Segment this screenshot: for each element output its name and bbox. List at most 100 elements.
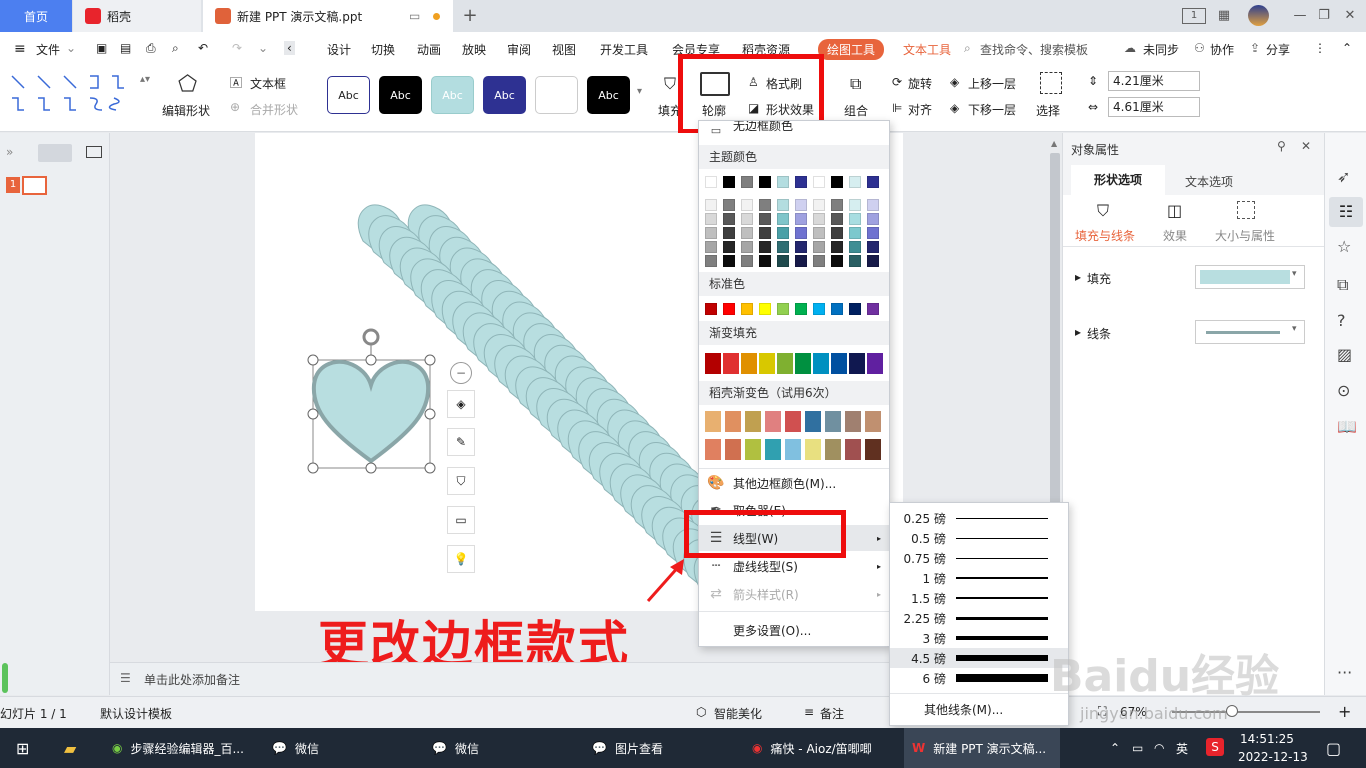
theme-shade-swatch[interactable] [813, 255, 825, 267]
add-tab-button[interactable]: + [460, 6, 480, 26]
group-button[interactable]: 组合 [844, 102, 868, 119]
shape-effects-button[interactable]: 形状效果 [766, 101, 814, 118]
more-lines-item[interactable]: 其他线条(M)... [924, 701, 1003, 718]
redo-icon[interactable]: ↷ [232, 41, 242, 55]
shape-style-4[interactable]: Abc [483, 76, 526, 114]
align-button[interactable]: 对齐 [908, 101, 932, 118]
docer-gradient-swatch[interactable] [705, 411, 721, 432]
subtab-size[interactable]: 大小与属性 [1215, 227, 1275, 244]
template-name[interactable]: 默认设计模板 [100, 705, 172, 722]
standard-color-swatch[interactable] [849, 303, 861, 315]
subtab-effects[interactable]: 效果 [1163, 227, 1187, 244]
more-border-colors-item[interactable]: 🎨 其他边框颜色(M)... [699, 470, 889, 496]
theme-color-swatch[interactable] [831, 176, 843, 188]
taskbar-app-5[interactable]: ◉ 痛快 - Aioz/笛唧唧 [744, 728, 894, 768]
line-weight-option[interactable]: 3 磅 [890, 628, 1068, 648]
preview-icon[interactable]: ⌕ [172, 41, 179, 56]
theme-shade-swatch[interactable] [723, 227, 735, 239]
docer-gradient-swatch[interactable] [845, 439, 861, 460]
theme-shade-swatch[interactable] [849, 227, 861, 239]
settings-sliders-icon[interactable]: ☷ [1329, 197, 1363, 227]
theme-shade-swatch[interactable] [777, 255, 789, 267]
docer-gradient-swatch[interactable] [765, 411, 781, 432]
gradient-swatch[interactable] [867, 353, 883, 374]
standard-color-swatch[interactable] [813, 303, 825, 315]
theme-shade-swatch[interactable] [759, 227, 771, 239]
docer-gradient-swatch[interactable] [825, 439, 841, 460]
docer-gradient-swatch[interactable] [805, 439, 821, 460]
gradient-swatch[interactable] [813, 353, 829, 374]
theme-shade-swatch[interactable] [741, 213, 753, 225]
theme-shade-swatch[interactable] [849, 199, 861, 211]
panel-title[interactable]: 对象属性 [1071, 141, 1119, 158]
menu-file[interactable]: 文件 [36, 41, 60, 58]
docer-gradient-swatch[interactable] [805, 411, 821, 432]
copy-icon[interactable]: ⧉ [1337, 275, 1348, 295]
standard-color-swatch[interactable] [723, 303, 735, 315]
pen-icon[interactable]: ✎ [447, 428, 475, 456]
menu-view[interactable]: 视图 [552, 41, 576, 58]
tab-docer[interactable]: 稻壳 [73, 0, 201, 32]
theme-shade-swatch[interactable] [795, 255, 807, 267]
theme-color-swatch[interactable] [849, 176, 861, 188]
undo-icon[interactable]: ↶ [198, 41, 208, 55]
style-gallery-more-icon[interactable]: ▾ [637, 86, 642, 97]
notes-toggle-button[interactable]: 备注 [820, 705, 844, 722]
docer-gradient-swatch[interactable] [765, 439, 781, 460]
menu-animation[interactable]: 动画 [417, 41, 441, 58]
collapse-ribbon-icon[interactable]: ⌃ [1342, 41, 1352, 55]
taskbar-app-6[interactable]: W 新建 PPT 演示文稿... [904, 728, 1060, 768]
slide-thumbnail[interactable] [22, 176, 47, 195]
line-weight-option[interactable]: 2.25 磅 [890, 608, 1068, 628]
menu-developer[interactable]: 开发工具 [600, 41, 648, 58]
star-icon[interactable]: ☆ [1337, 237, 1351, 256]
theme-color-swatch[interactable] [867, 176, 879, 188]
scroll-up-icon[interactable]: ▲ [1051, 139, 1057, 148]
line-weight-option[interactable]: 1 磅 [890, 568, 1068, 588]
docer-gradient-swatch[interactable] [825, 411, 841, 432]
rotate-button[interactable]: 旋转 [908, 75, 932, 92]
gradient-swatch[interactable] [741, 353, 757, 374]
shape-style-6[interactable]: Abc [587, 76, 630, 114]
gradient-swatch[interactable] [849, 353, 865, 374]
theme-shade-swatch[interactable] [831, 241, 843, 253]
line-weight-option[interactable]: 0.25 磅 [890, 508, 1068, 528]
docer-gradient-swatch[interactable] [745, 439, 761, 460]
more-settings-item[interactable]: 更多设置(O)... [699, 617, 889, 643]
standard-color-swatch[interactable] [831, 303, 843, 315]
width-input[interactable]: 4.61厘米 [1108, 97, 1200, 117]
wifi-icon[interactable]: ◠ [1154, 728, 1164, 768]
theme-shade-swatch[interactable] [777, 227, 789, 239]
theme-shade-swatch[interactable] [741, 199, 753, 211]
avatar[interactable] [1248, 5, 1269, 26]
more-dots-icon[interactable]: ··· [1337, 663, 1352, 682]
line-weight-option[interactable]: 0.75 磅 [890, 548, 1068, 568]
theme-shade-swatch[interactable] [795, 213, 807, 225]
restore-icon[interactable]: ❐ [1314, 6, 1334, 26]
docer-gradient-swatch[interactable] [705, 439, 721, 460]
standard-color-swatch[interactable] [741, 303, 753, 315]
tray-icon[interactable]: ▭ [1132, 728, 1143, 768]
theme-shade-swatch[interactable] [849, 255, 861, 267]
layout-icon[interactable]: 1 [1182, 8, 1206, 24]
shape-style-5[interactable] [535, 76, 578, 114]
docer-gradient-swatch[interactable] [865, 411, 881, 432]
theme-shade-swatch[interactable] [705, 213, 717, 225]
theme-color-swatch[interactable] [813, 176, 825, 188]
theme-shade-swatch[interactable] [849, 213, 861, 225]
theme-shade-swatch[interactable] [759, 241, 771, 253]
theme-shade-swatch[interactable] [795, 227, 807, 239]
location-icon[interactable]: ⊙ [1337, 381, 1350, 400]
theme-shade-swatch[interactable] [867, 199, 879, 211]
shape-style-3[interactable]: Abc [431, 76, 474, 114]
standard-color-swatch[interactable] [867, 303, 879, 315]
line-label[interactable]: 线条 [1087, 325, 1111, 342]
theme-shade-swatch[interactable] [759, 213, 771, 225]
theme-color-swatch[interactable] [759, 176, 771, 188]
docer-gradient-swatch[interactable] [725, 411, 741, 432]
connector-gallery[interactable] [8, 72, 138, 118]
menu-slideshow[interactable]: 放映 [462, 41, 486, 58]
file-explorer-icon[interactable]: ▰ [64, 728, 76, 768]
tab-home[interactable]: 首页 [0, 0, 72, 32]
theme-shade-swatch[interactable] [723, 255, 735, 267]
